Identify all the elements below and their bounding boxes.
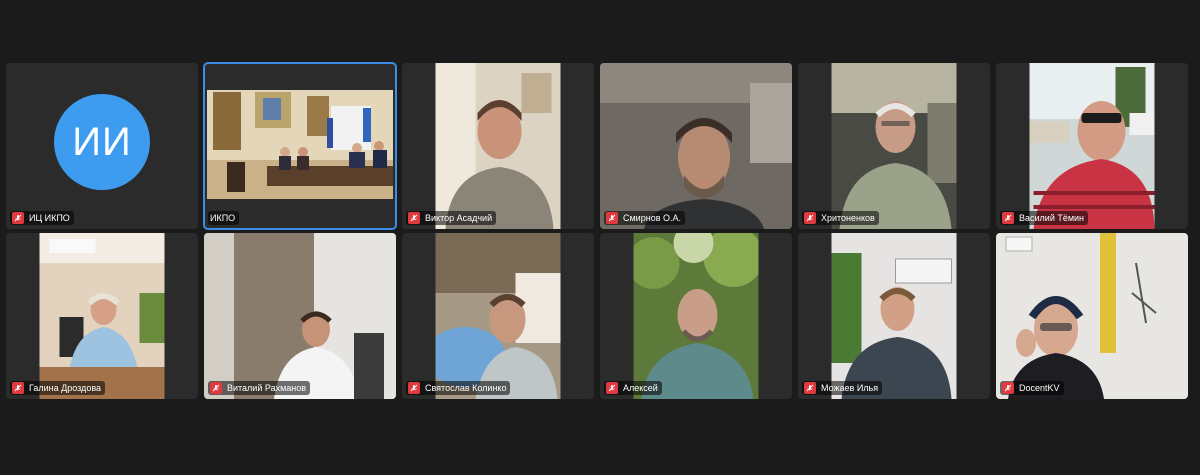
participant-tile-kolinko[interactable]: Святослав Колинко [402, 233, 594, 399]
participant-label: Святослав Колинко [406, 381, 511, 395]
participant-tile-hritonenkov[interactable]: Хритоненков [798, 63, 990, 229]
mic-off-icon [408, 382, 420, 394]
participant-label: ИЦ ИКПО [10, 211, 74, 225]
video-feed [207, 90, 393, 199]
participant-tile-docentkv[interactable]: DocentKV [996, 233, 1188, 399]
mic-off-icon [1002, 212, 1014, 224]
video-feed [435, 63, 561, 229]
participant-label: Галина Дроздова [10, 381, 106, 395]
video-feed [39, 233, 165, 399]
video-feed [1029, 63, 1155, 229]
video-feed [996, 233, 1188, 399]
participant-grid: ИИ ИЦ ИКПО ИКПО Виктор Асадчий Смирнов О… [6, 62, 1192, 399]
participant-label: Можаев Илья [802, 381, 883, 395]
mic-off-icon [606, 212, 618, 224]
mic-off-icon [804, 212, 816, 224]
mic-off-icon [408, 212, 420, 224]
participant-name: Виталий Рахманов [227, 383, 307, 393]
participant-tile-aleksey[interactable]: Алексей [600, 233, 792, 399]
participant-label: ИКПО [208, 211, 240, 225]
participant-tile-temin[interactable]: Василий Тёмин [996, 63, 1188, 229]
video-feed [600, 63, 792, 229]
participant-name: Алексей [623, 383, 658, 393]
video-feed [633, 233, 759, 399]
participant-name: Смирнов О.А. [623, 213, 681, 223]
participant-name: Можаев Илья [821, 383, 879, 393]
participant-name: Святослав Колинко [425, 383, 507, 393]
mic-off-icon [1002, 382, 1014, 394]
participant-tile-drozdova[interactable]: Галина Дроздова [6, 233, 198, 399]
video-feed [831, 233, 957, 399]
participant-label: Виталий Рахманов [208, 381, 311, 395]
mic-off-icon [12, 382, 24, 394]
video-feed [435, 233, 561, 399]
participant-label: Смирнов О.А. [604, 211, 685, 225]
mic-off-icon [804, 382, 816, 394]
mic-off-icon [606, 382, 618, 394]
participant-label: Алексей [604, 381, 662, 395]
participant-tile-ic-ikpo[interactable]: ИИ ИЦ ИКПО [6, 63, 198, 229]
mic-off-icon [12, 212, 24, 224]
participant-name: Хритоненков [821, 213, 875, 223]
participant-name: ИКПО [210, 213, 236, 223]
participant-name: DocentKV [1019, 383, 1060, 393]
participant-label: Василий Тёмин [1000, 211, 1089, 225]
video-feed [204, 233, 396, 399]
mic-off-icon [210, 382, 222, 394]
avatar: ИИ [54, 94, 150, 190]
participant-name: Василий Тёмин [1019, 213, 1085, 223]
participant-label: DocentKV [1000, 381, 1064, 395]
participant-label: Виктор Асадчий [406, 211, 497, 225]
participant-name: ИЦ ИКПО [29, 213, 70, 223]
participant-name: Галина Дроздова [29, 383, 102, 393]
participant-tile-asadchiy[interactable]: Виктор Асадчий [402, 63, 594, 229]
participant-label: Хритоненков [802, 211, 879, 225]
participant-tile-smirnov[interactable]: Смирнов О.А. [600, 63, 792, 229]
participant-name: Виктор Асадчий [425, 213, 493, 223]
video-feed [831, 63, 957, 229]
participant-tile-ikpo[interactable]: ИКПО [203, 62, 397, 230]
participant-tile-rahmanov[interactable]: Виталий Рахманов [204, 233, 396, 399]
participant-tile-mozhaev[interactable]: Можаев Илья [798, 233, 990, 399]
